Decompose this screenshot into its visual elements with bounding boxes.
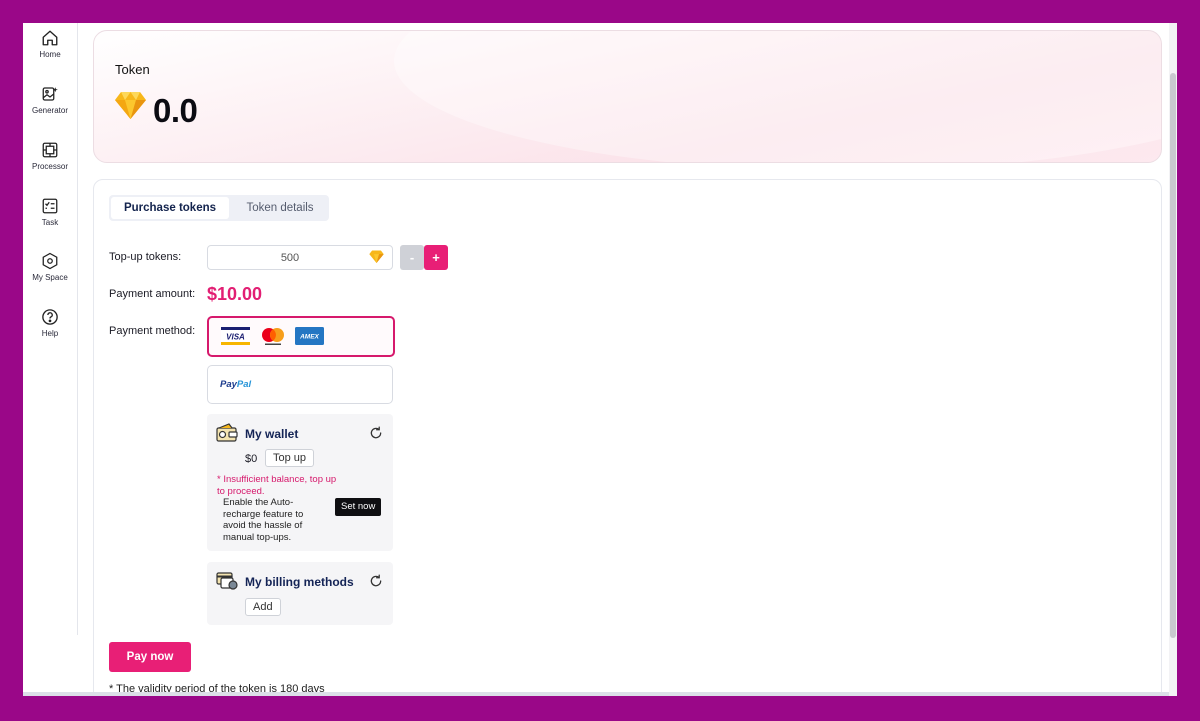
pay-now-button[interactable]: Pay now bbox=[109, 642, 191, 672]
paypal-logo: PayPal bbox=[220, 379, 251, 390]
sidebar-item-help[interactable]: Help bbox=[23, 308, 77, 338]
topup-input-wrapper bbox=[207, 245, 393, 270]
wallet-icon bbox=[216, 423, 238, 442]
gem-icon bbox=[369, 250, 384, 263]
tab-token-details[interactable]: Token details bbox=[233, 197, 327, 219]
auto-recharge-text: Enable the Auto-recharge feature to avoi… bbox=[223, 497, 304, 543]
topup-label: Top-up tokens: bbox=[109, 251, 182, 263]
help-icon bbox=[42, 309, 58, 325]
wallet-balance: $0 bbox=[245, 453, 258, 465]
sidebar: Home Generator Processor Task My Space H… bbox=[23, 23, 78, 635]
visa-icon: VISA bbox=[221, 327, 250, 345]
tab-bar: Purchase tokens Token details bbox=[109, 195, 329, 221]
horizontal-scrollbar[interactable] bbox=[23, 692, 1169, 696]
gem-icon bbox=[115, 92, 146, 119]
home-icon bbox=[42, 30, 58, 46]
processor-icon bbox=[42, 142, 58, 158]
sidebar-item-label: Help bbox=[41, 329, 59, 338]
refresh-icon[interactable] bbox=[369, 426, 383, 440]
sidebar-item-label: Home bbox=[39, 50, 61, 59]
billing-icon bbox=[216, 572, 238, 590]
billing-methods-section: My billing methods Add bbox=[207, 562, 393, 625]
sidebar-item-label: Generator bbox=[31, 106, 69, 115]
amex-icon: AMEX bbox=[295, 327, 324, 345]
token-balance: 0.0 bbox=[153, 92, 198, 129]
sidebar-item-generator[interactable]: Generator bbox=[23, 85, 77, 115]
wallet-title: My wallet bbox=[245, 427, 299, 441]
sidebar-item-task[interactable]: Task bbox=[23, 197, 77, 227]
sidebar-item-label: Task bbox=[41, 218, 59, 227]
purchase-panel: Purchase tokens Token details Top-up tok… bbox=[93, 179, 1162, 696]
my-space-icon bbox=[42, 252, 58, 270]
billing-title: My billing methods bbox=[245, 575, 354, 589]
sidebar-item-processor[interactable]: Processor bbox=[23, 141, 77, 171]
paypal-logo-pal: Pal bbox=[236, 379, 252, 390]
sidebar-item-label: Processor bbox=[31, 162, 68, 171]
paypal-payment-option[interactable]: PayPal bbox=[207, 365, 393, 404]
mastercard-icon bbox=[262, 328, 284, 345]
main-content: Token 0.0 Purchase tokens Token details … bbox=[77, 23, 1177, 696]
payment-method-label: Payment method: bbox=[109, 325, 196, 337]
sidebar-item-my-space[interactable]: My Space bbox=[23, 252, 77, 282]
app-window: Home Generator Processor Task My Space H… bbox=[23, 23, 1177, 696]
vertical-scrollbar[interactable] bbox=[1169, 23, 1177, 696]
top-up-button[interactable]: Top up bbox=[265, 449, 315, 467]
task-icon bbox=[42, 198, 58, 214]
payment-amount-label: Payment amount: bbox=[109, 288, 196, 300]
add-billing-method-button[interactable]: Add bbox=[245, 598, 281, 616]
decrement-button[interactable]: - bbox=[400, 245, 424, 270]
insufficient-balance-warning: * Insufficient balance, top up to procee… bbox=[217, 474, 337, 497]
payment-amount-value: $10.00 bbox=[207, 284, 263, 304]
token-balance-card: Token 0.0 bbox=[93, 30, 1162, 163]
increment-button[interactable]: + bbox=[424, 245, 448, 270]
wallet-section: My wallet $0 Top up * Insufficient balan… bbox=[207, 414, 393, 551]
refresh-icon[interactable] bbox=[369, 574, 383, 588]
scrollbar-thumb[interactable] bbox=[1170, 73, 1176, 638]
token-title: Token bbox=[115, 62, 150, 77]
generator-icon bbox=[42, 87, 58, 101]
paypal-logo-pay: Pay bbox=[220, 379, 237, 390]
amex-card-logo-text: AMEX bbox=[299, 334, 319, 341]
set-now-button[interactable]: Set now bbox=[335, 498, 382, 516]
tab-purchase-tokens[interactable]: Purchase tokens bbox=[111, 197, 229, 219]
sidebar-item-home[interactable]: Home bbox=[23, 29, 77, 59]
topup-tokens-input[interactable] bbox=[208, 246, 372, 269]
visa-card-logo-text: VISA bbox=[226, 333, 245, 342]
sidebar-item-label: My Space bbox=[32, 273, 68, 282]
card-payment-option[interactable]: VISA AMEX bbox=[207, 316, 395, 357]
